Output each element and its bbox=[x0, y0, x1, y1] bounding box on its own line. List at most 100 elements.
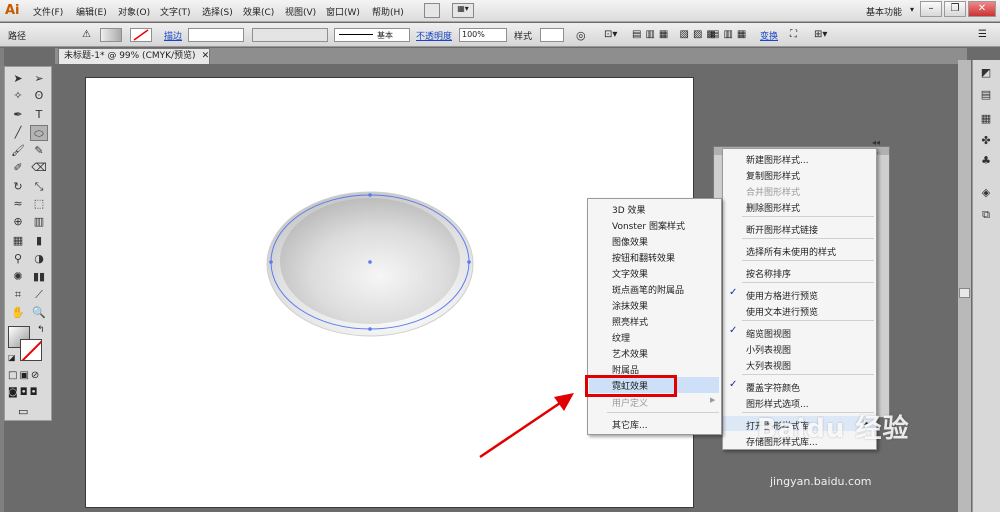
rotate-tool-icon[interactable]: ↻ bbox=[9, 179, 27, 195]
restore-button[interactable]: ❐ bbox=[944, 1, 966, 17]
menu-file[interactable]: 文件(F) bbox=[33, 5, 63, 18]
eyedropper-tool-icon[interactable]: ⚲ bbox=[9, 251, 27, 267]
free-transform-tool-icon[interactable]: ⬚ bbox=[30, 196, 48, 212]
pencil-tool-icon[interactable]: ✎ bbox=[30, 143, 48, 159]
arrange-documents-icon[interactable]: ▦▾ bbox=[452, 3, 474, 18]
library-item-blob-brush[interactable]: 斑点画笔的附属品 bbox=[612, 283, 684, 296]
draw-mode-icons[interactable]: ◙◘◘ bbox=[8, 387, 50, 400]
align-select-icon[interactable]: ⊡▾ bbox=[604, 29, 617, 40]
color-panel-icon[interactable]: ◩ bbox=[976, 64, 996, 82]
library-item-3d[interactable]: 3D 效果 bbox=[612, 203, 646, 216]
menu-view[interactable]: 视图(V) bbox=[285, 5, 316, 18]
options-icon[interactable]: ⊞▾ bbox=[814, 29, 827, 40]
distribute-icons[interactable]: ▤▥▦ bbox=[710, 29, 750, 40]
type-tool-icon[interactable]: T bbox=[30, 107, 48, 123]
variable-width-select[interactable] bbox=[252, 28, 328, 42]
bridge-icon[interactable] bbox=[424, 3, 440, 18]
column-graph-tool-icon[interactable]: ▮▮ bbox=[30, 269, 48, 285]
chevron-down-icon[interactable]: ▾ bbox=[910, 5, 914, 14]
swatches-panel-icon[interactable]: ▦ bbox=[976, 110, 996, 128]
opacity-link[interactable]: 不透明度 bbox=[416, 29, 452, 42]
direct-selection-tool-icon[interactable]: ➢ bbox=[30, 71, 48, 87]
symbol-sprayer-tool-icon[interactable]: ✺ bbox=[9, 269, 27, 285]
menu-item-thumbnail-view[interactable]: 缩览图视图 bbox=[746, 327, 791, 340]
brush-select[interactable]: 基本 bbox=[334, 28, 410, 42]
menu-item-sort-by-name[interactable]: 按名称排序 bbox=[746, 267, 791, 280]
shape-builder-tool-icon[interactable]: ⊕ bbox=[9, 214, 27, 230]
align-icons[interactable]: ▤▥▦ ▧▨▩ bbox=[632, 29, 720, 40]
color-mode-icons[interactable]: □▣⊘ bbox=[8, 370, 50, 383]
stroke-color-box[interactable] bbox=[20, 339, 42, 361]
paintbrush-tool-icon[interactable]: 🖌 bbox=[9, 143, 27, 159]
slice-tool-icon[interactable]: ⟋ bbox=[30, 287, 48, 303]
menu-item-duplicate-style[interactable]: 复制图形样式 bbox=[746, 169, 800, 182]
style-swatch[interactable] bbox=[540, 28, 564, 42]
scrollbar-thumb[interactable] bbox=[959, 288, 970, 298]
menu-item-override-color[interactable]: 覆盖字符颜色 bbox=[746, 381, 800, 394]
library-item-textures[interactable]: 纹理 bbox=[612, 331, 630, 344]
selection-tool-icon[interactable]: ➤ bbox=[9, 71, 27, 87]
workspace-switcher[interactable]: 基本功能 bbox=[866, 5, 902, 18]
layers-panel-icon[interactable]: ◈ bbox=[976, 184, 996, 202]
brushes-panel-icon[interactable]: ✤ bbox=[976, 132, 996, 150]
menu-item-break-link[interactable]: 断开图形样式链接 bbox=[746, 223, 818, 236]
menu-select[interactable]: 选择(S) bbox=[202, 5, 233, 18]
library-item-scribble[interactable]: 涂抹效果 bbox=[612, 299, 648, 312]
gradient-tool-icon[interactable]: ▮ bbox=[30, 233, 48, 249]
opacity-input[interactable]: 100% bbox=[459, 28, 507, 42]
library-item-image-effects[interactable]: 图像效果 bbox=[612, 235, 648, 248]
swap-colors-icon[interactable]: ↰ bbox=[37, 325, 45, 335]
hand-tool-icon[interactable]: ✋ bbox=[9, 305, 27, 321]
default-colors-icon[interactable]: ◪ bbox=[8, 353, 16, 362]
symbols-panel-icon[interactable]: ♣ bbox=[976, 152, 996, 170]
library-item-artistic[interactable]: 艺术效果 bbox=[612, 347, 648, 360]
lasso-tool-icon[interactable]: ʘ bbox=[30, 88, 48, 104]
stroke-link[interactable]: 描边 bbox=[164, 29, 182, 42]
mesh-tool-icon[interactable]: ▦ bbox=[9, 233, 27, 249]
screen-mode-icon[interactable]: ▭ bbox=[18, 405, 28, 418]
blend-tool-icon[interactable]: ◑ bbox=[30, 251, 48, 267]
menu-object[interactable]: 对象(O) bbox=[118, 5, 150, 18]
library-item-illuminate[interactable]: 照亮样式 bbox=[612, 315, 648, 328]
blob-brush-tool-icon[interactable]: ✐ bbox=[9, 160, 27, 176]
menu-item-new-style[interactable]: 新建图形样式... bbox=[746, 153, 809, 166]
magic-wand-tool-icon[interactable]: ✧ bbox=[9, 88, 27, 104]
panel-menu-icon[interactable]: ☰ bbox=[978, 29, 987, 40]
warp-tool-icon[interactable]: ≈ bbox=[9, 196, 27, 212]
fill-swatch[interactable] bbox=[100, 28, 122, 42]
artboards-panel-icon[interactable]: ⧉ bbox=[976, 206, 996, 224]
menu-item-square-preview[interactable]: 使用方格进行预览 bbox=[746, 289, 818, 302]
color-guide-icon[interactable]: ▤ bbox=[976, 86, 996, 104]
menu-item-small-list-view[interactable]: 小列表视图 bbox=[746, 343, 791, 356]
menu-type[interactable]: 文字(T) bbox=[160, 5, 191, 18]
menu-item-large-list-view[interactable]: 大列表视图 bbox=[746, 359, 791, 372]
menu-window[interactable]: 窗口(W) bbox=[326, 5, 360, 18]
menu-item-select-unused[interactable]: 选择所有未使用的样式 bbox=[746, 245, 836, 258]
ellipse-tool-icon[interactable]: ⬭ bbox=[30, 125, 48, 141]
close-icon[interactable]: ✕ bbox=[202, 51, 210, 61]
vertical-scrollbar[interactable] bbox=[958, 60, 971, 512]
library-item-type-effects[interactable]: 文字效果 bbox=[612, 267, 648, 280]
recolor-icon[interactable]: ◎ bbox=[576, 29, 586, 42]
minimize-button[interactable]: – bbox=[920, 1, 942, 17]
document-tab[interactable]: 未标题-1* @ 99% (CMYK/预览) ✕ bbox=[58, 48, 210, 64]
menu-help[interactable]: 帮助(H) bbox=[372, 5, 404, 18]
pen-tool-icon[interactable]: ✒ bbox=[9, 107, 27, 123]
scale-tool-icon[interactable]: ⤡ bbox=[30, 179, 48, 195]
menu-item-delete-style[interactable]: 删除图形样式 bbox=[746, 201, 800, 214]
perspective-grid-tool-icon[interactable]: ▥ bbox=[30, 214, 48, 230]
stroke-weight-input[interactable] bbox=[188, 28, 244, 42]
zoom-tool-icon[interactable]: 🔍 bbox=[30, 305, 48, 321]
isolate-icon[interactable]: ⛶ bbox=[790, 29, 797, 40]
transform-link[interactable]: 变换 bbox=[760, 29, 778, 42]
line-tool-icon[interactable]: ╱ bbox=[9, 125, 27, 141]
close-button[interactable]: ✕ bbox=[968, 1, 996, 17]
menu-edit[interactable]: 编辑(E) bbox=[76, 5, 107, 18]
stroke-swatch[interactable] bbox=[130, 28, 152, 42]
eraser-tool-icon[interactable]: ⌫ bbox=[30, 160, 48, 176]
artboard-tool-icon[interactable]: ⌗ bbox=[9, 287, 27, 303]
menu-item-text-preview[interactable]: 使用文本进行预览 bbox=[746, 305, 818, 318]
library-item-vonster[interactable]: Vonster 图案样式 bbox=[612, 219, 685, 232]
library-item-other[interactable]: 其它库... bbox=[612, 418, 648, 431]
library-item-buttons[interactable]: 按钮和翻转效果 bbox=[612, 251, 675, 264]
